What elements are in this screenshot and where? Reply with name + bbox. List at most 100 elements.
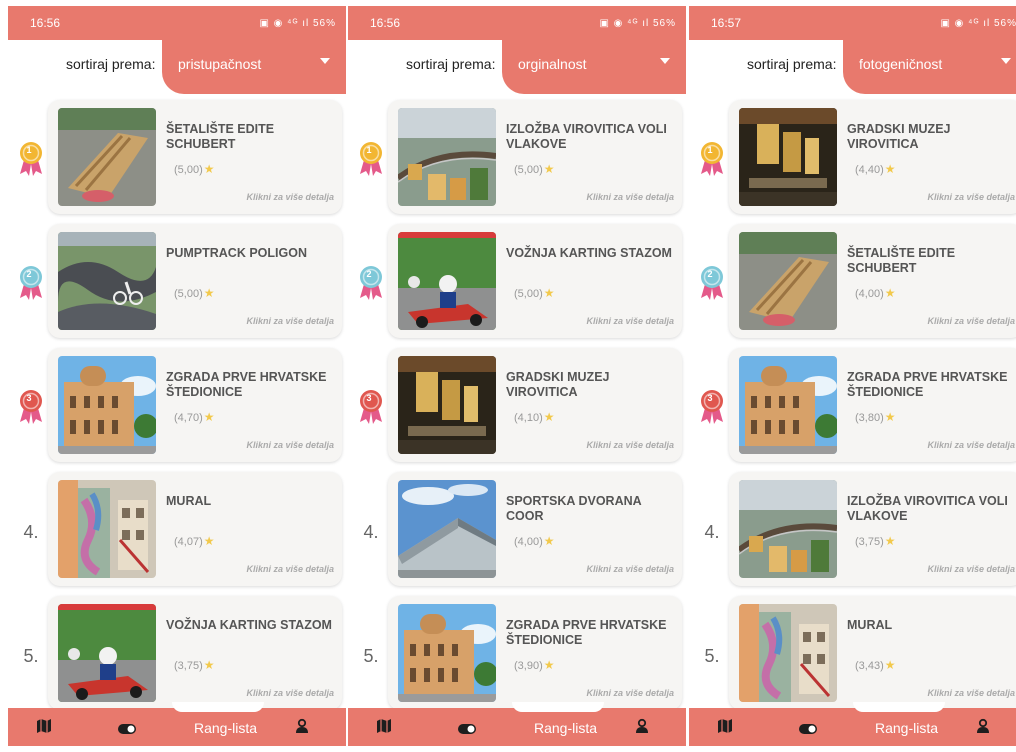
location-card[interactable]: ZGRADA PRVE HRVATSKE ŠTEDIONICE (3,80)★ … <box>729 348 1016 462</box>
rank-badge: 4. <box>14 512 48 552</box>
status-bar: 16:56 ▣ ◉ ⁴ᴳ ıl 56% <box>8 6 346 40</box>
medal-rank: 3 <box>366 393 372 403</box>
list-item[interactable]: 1 GRADSKI MUZEJ VIROVITICA (4,40)★ Klikn… <box>689 100 1016 224</box>
nav-ranking-tab[interactable]: Rang-lista <box>875 720 938 736</box>
location-card[interactable]: PUMPTRACK POLIGON (5,00)★ Klikni za više… <box>48 224 342 338</box>
location-card[interactable]: ZGRADA PRVE HRVATSKE ŠTEDIONICE (4,70)★ … <box>48 348 342 462</box>
rank-number: 4. <box>363 521 379 542</box>
map-icon[interactable] <box>36 718 52 739</box>
status-time: 16:56 <box>370 16 401 30</box>
location-card[interactable]: VOŽNJA KARTING STAZOM (3,75)★ Klikni za … <box>48 596 342 710</box>
star-icon: ★ <box>203 162 215 176</box>
details-link[interactable]: Klikni za više detalja <box>586 688 674 698</box>
list-item[interactable]: 1 ŠETALIŠTE EDITE SCHUBERT (5,00)★ Klikn… <box>8 100 346 224</box>
details-link[interactable]: Klikni za više detalja <box>927 316 1015 326</box>
location-title: VOŽNJA KARTING STAZOM <box>166 618 332 632</box>
rank-badge: 3 <box>695 388 729 428</box>
list-item[interactable]: 3 GRADSKI MUZEJ VIROVITICA (4,10)★ Klikn… <box>348 348 686 472</box>
details-link[interactable]: Klikni za više detalja <box>586 192 674 202</box>
location-card[interactable]: VOŽNJA KARTING STAZOM (5,00)★ Klikni za … <box>388 224 682 338</box>
details-link[interactable]: Klikni za više detalja <box>927 440 1015 450</box>
nav-active-indicator <box>512 702 604 712</box>
rank-badge: 5. <box>695 636 729 676</box>
list-item[interactable]: 3 ZGRADA PRVE HRVATSKE ŠTEDIONICE (3,80)… <box>689 348 1016 472</box>
sort-dropdown[interactable]: fotogeničnost <box>843 38 1016 94</box>
location-photo <box>398 356 496 454</box>
list-item[interactable]: 4. SPORTSKA DVORANA COOR (4,00)★ Klikni … <box>348 472 686 596</box>
sort-dropdown[interactable]: orginalnost <box>502 38 686 94</box>
details-link[interactable]: Klikni za više detalja <box>927 564 1015 574</box>
location-rating: (5,00)★ <box>174 162 215 176</box>
sort-label: sortiraj prema: <box>747 56 837 72</box>
location-title: IZLOŽBA VIROVITICA VOLI VLAKOVE <box>506 122 667 151</box>
toggle-icon[interactable] <box>458 721 476 739</box>
details-link[interactable]: Klikni za više detalja <box>586 316 674 326</box>
location-rating: (3,90)★ <box>514 658 555 672</box>
location-card[interactable]: ZGRADA PRVE HRVATSKE ŠTEDIONICE (3,90)★ … <box>388 596 682 710</box>
user-icon[interactable] <box>294 718 310 739</box>
star-icon: ★ <box>543 162 555 176</box>
rank-number: 4. <box>704 521 720 542</box>
status-icons: ▣ ◉ ⁴ᴳ ıl 56% <box>940 17 1016 29</box>
details-link[interactable]: Klikni za više detalja <box>927 192 1015 202</box>
location-card[interactable]: MURAL (3,43)★ Klikni za više detalja <box>729 596 1016 710</box>
map-icon[interactable] <box>376 718 392 739</box>
location-card[interactable]: IZLOŽBA VIROVITICA VOLI VLAKOVE (5,00)★ … <box>388 100 682 214</box>
user-icon[interactable] <box>634 718 650 739</box>
rating-value: (3,75) <box>855 536 884 548</box>
rating-value: (5,00) <box>514 288 543 300</box>
list-item[interactable]: 1 IZLOŽBA VIROVITICA VOLI VLAKOVE (5,00)… <box>348 100 686 224</box>
location-card[interactable]: SPORTSKA DVORANA COOR (4,00)★ Klikni za … <box>388 472 682 586</box>
location-card[interactable]: ŠETALIŠTE EDITE SCHUBERT (4,00)★ Klikni … <box>729 224 1016 338</box>
details-link[interactable]: Klikni za više detalja <box>246 564 334 574</box>
details-link[interactable]: Klikni za više detalja <box>246 316 334 326</box>
rating-value: (3,75) <box>174 660 203 672</box>
details-link[interactable]: Klikni za više detalja <box>246 192 334 202</box>
rank-number: 5. <box>23 645 39 666</box>
rank-number: 5. <box>704 645 720 666</box>
medal-rank: 3 <box>707 393 713 403</box>
location-card[interactable]: MURAL (4,07)★ Klikni za više detalja <box>48 472 342 586</box>
list-item[interactable]: 2 PUMPTRACK POLIGON (5,00)★ Klikni za vi… <box>8 224 346 348</box>
sort-dropdown[interactable]: pristupačnost <box>162 38 346 94</box>
toggle-icon[interactable] <box>799 721 817 739</box>
location-card[interactable]: GRADSKI MUZEJ VIROVITICA (4,10)★ Klikni … <box>388 348 682 462</box>
location-title: SPORTSKA DVORANA COOR <box>506 494 642 523</box>
medal-rank: 1 <box>26 145 32 155</box>
location-card[interactable]: GRADSKI MUZEJ VIROVITICA (4,40)★ Klikni … <box>729 100 1016 214</box>
list-item[interactable]: 4. MURAL (4,07)★ Klikni za više detalja <box>8 472 346 596</box>
location-card[interactable]: IZLOŽBA VIROVITICA VOLI VLAKOVE (3,75)★ … <box>729 472 1016 586</box>
details-link[interactable]: Klikni za više detalja <box>246 688 334 698</box>
location-title: ZGRADA PRVE HRVATSKE ŠTEDIONICE <box>847 370 1008 399</box>
list-item[interactable]: 3 ZGRADA PRVE HRVATSKE ŠTEDIONICE (4,70)… <box>8 348 346 472</box>
location-card[interactable]: ŠETALIŠTE EDITE SCHUBERT (5,00)★ Klikni … <box>48 100 342 214</box>
nav-ranking-tab[interactable]: Rang-lista <box>534 720 597 736</box>
rank-badge: 2 <box>14 264 48 304</box>
star-icon: ★ <box>884 410 896 424</box>
details-link[interactable]: Klikni za više detalja <box>927 688 1015 698</box>
ranking-list: 1 IZLOŽBA VIROVITICA VOLI VLAKOVE (5,00)… <box>348 100 686 720</box>
location-title: VOŽNJA KARTING STAZOM <box>506 246 672 260</box>
medal-rank: 2 <box>366 269 372 279</box>
status-bar: 16:57 ▣ ◉ ⁴ᴳ ıl 56% <box>689 6 1016 40</box>
details-link[interactable]: Klikni za više detalja <box>246 440 334 450</box>
rank-badge: 4. <box>354 512 388 552</box>
nav-active-indicator <box>853 702 945 712</box>
rating-value: (4,40) <box>855 164 884 176</box>
rank-badge: 1 <box>14 140 48 180</box>
list-item[interactable]: 2 ŠETALIŠTE EDITE SCHUBERT (4,00)★ Klikn… <box>689 224 1016 348</box>
details-link[interactable]: Klikni za više detalja <box>586 440 674 450</box>
location-photo <box>58 604 156 702</box>
rating-value: (5,00) <box>174 164 203 176</box>
map-icon[interactable] <box>717 718 733 739</box>
nav-ranking-tab[interactable]: Rang-lista <box>194 720 257 736</box>
toggle-icon[interactable] <box>118 721 136 739</box>
details-link[interactable]: Klikni za više detalja <box>586 564 674 574</box>
user-icon[interactable] <box>975 718 991 739</box>
rating-value: (4,00) <box>514 536 543 548</box>
list-item[interactable]: 4. IZLOŽBA VIROVITICA VOLI VLAKOVE (3,75… <box>689 472 1016 596</box>
nav-active-indicator <box>172 702 264 712</box>
sort-dropdown-value: fotogeničnost <box>859 56 943 72</box>
list-item[interactable]: 2 VOŽNJA KARTING STAZOM (5,00)★ Klikni z… <box>348 224 686 348</box>
location-photo <box>58 108 156 206</box>
